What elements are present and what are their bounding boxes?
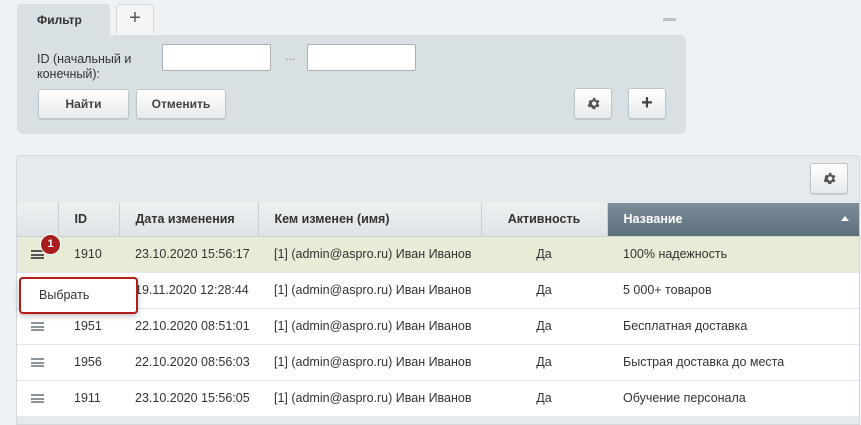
cell-date: 23.10.2020 15:56:05 bbox=[119, 380, 258, 417]
cell-name: Бесплатная доставка bbox=[607, 308, 859, 345]
add-filter-tab-button[interactable]: + bbox=[116, 4, 154, 33]
cell-date: 22.10.2020 08:56:03 bbox=[119, 344, 258, 381]
cell-user: [1] (admin@aspro.ru) Иван Иванов bbox=[258, 308, 481, 345]
cell-active: Да bbox=[481, 380, 607, 417]
column-header-date[interactable]: Дата изменения bbox=[119, 203, 259, 237]
gear-icon bbox=[587, 97, 600, 110]
sort-ascending-icon bbox=[840, 216, 849, 221]
find-button[interactable]: Найти bbox=[38, 89, 129, 119]
table-row[interactable]: 1911 23.10.2020 15:56:05 [1] (admin@aspr… bbox=[17, 380, 859, 417]
table-row[interactable]: 1910 23.10.2020 15:56:17 [1] (admin@aspr… bbox=[17, 236, 859, 273]
column-header-modified-by[interactable]: Кем изменен (имя) bbox=[258, 203, 482, 237]
hamburger-icon bbox=[31, 394, 44, 404]
data-table: ID Дата изменения Кем изменен (имя) Акти… bbox=[17, 203, 860, 417]
row-context-menu: Выбрать bbox=[19, 277, 138, 314]
column-header-name-label: Название bbox=[623, 212, 683, 227]
cell-id: 1911 bbox=[58, 380, 119, 417]
row-menu-button[interactable] bbox=[17, 380, 58, 417]
cell-active: Да bbox=[481, 236, 607, 273]
cell-name: 5 000+ товаров bbox=[607, 272, 859, 309]
cell-active: Да bbox=[481, 308, 607, 345]
collapse-filter-icon[interactable] bbox=[663, 18, 676, 21]
filter-tab[interactable]: Фильтр bbox=[17, 4, 110, 36]
hamburger-icon bbox=[31, 358, 44, 368]
gear-icon bbox=[823, 172, 836, 185]
cell-id: 1910 bbox=[58, 236, 119, 273]
row-menu-button[interactable] bbox=[17, 344, 58, 381]
cancel-button[interactable]: Отменить bbox=[136, 89, 226, 119]
add-filter-field-button[interactable]: + bbox=[628, 88, 666, 119]
plus-icon: + bbox=[641, 92, 653, 114]
cell-date: 19.11.2020 12:28:44 bbox=[119, 272, 258, 309]
cell-name: Обучение персонала bbox=[607, 380, 859, 417]
cell-user: [1] (admin@aspro.ru) Иван Иванов bbox=[258, 272, 481, 309]
id-to-input[interactable] bbox=[307, 44, 416, 71]
table-header-row: ID Дата изменения Кем изменен (имя) Акти… bbox=[17, 203, 860, 237]
column-header-active[interactable]: Активность bbox=[481, 203, 608, 237]
table-row[interactable]: 1909 19.11.2020 12:28:44 [1] (admin@aspr… bbox=[17, 272, 859, 309]
column-header-menu bbox=[17, 203, 59, 237]
column-header-id[interactable]: ID bbox=[58, 203, 120, 237]
table-row[interactable]: 1951 22.10.2020 08:51:01 [1] (admin@aspr… bbox=[17, 308, 859, 345]
cell-date: 23.10.2020 15:56:17 bbox=[119, 236, 258, 273]
cell-id: 1956 bbox=[58, 344, 119, 381]
column-header-name[interactable]: Название bbox=[607, 203, 860, 237]
menu-item-select[interactable]: Выбрать bbox=[39, 288, 89, 302]
cell-date: 22.10.2020 08:51:01 bbox=[119, 308, 258, 345]
cell-active: Да bbox=[481, 272, 607, 309]
cell-active: Да bbox=[481, 344, 607, 381]
filter-settings-button[interactable] bbox=[574, 88, 612, 119]
cell-user: [1] (admin@aspro.ru) Иван Иванов bbox=[258, 236, 481, 273]
list-settings-button[interactable] bbox=[810, 163, 848, 194]
range-separator: ... bbox=[285, 49, 296, 63]
hamburger-icon bbox=[31, 322, 44, 332]
cell-user: [1] (admin@aspro.ru) Иван Иванов bbox=[258, 344, 481, 381]
table-row[interactable]: 1956 22.10.2020 08:56:03 [1] (admin@aspr… bbox=[17, 344, 859, 381]
cell-user: [1] (admin@aspro.ru) Иван Иванов bbox=[258, 380, 481, 417]
cell-name: Быстрая доставка до места bbox=[607, 344, 859, 381]
step-badge: 1 bbox=[40, 234, 61, 255]
id-from-input[interactable] bbox=[162, 44, 271, 71]
cell-name: 100% надежность bbox=[607, 236, 859, 273]
id-range-label: ID (начальный и конечный): bbox=[37, 52, 132, 81]
